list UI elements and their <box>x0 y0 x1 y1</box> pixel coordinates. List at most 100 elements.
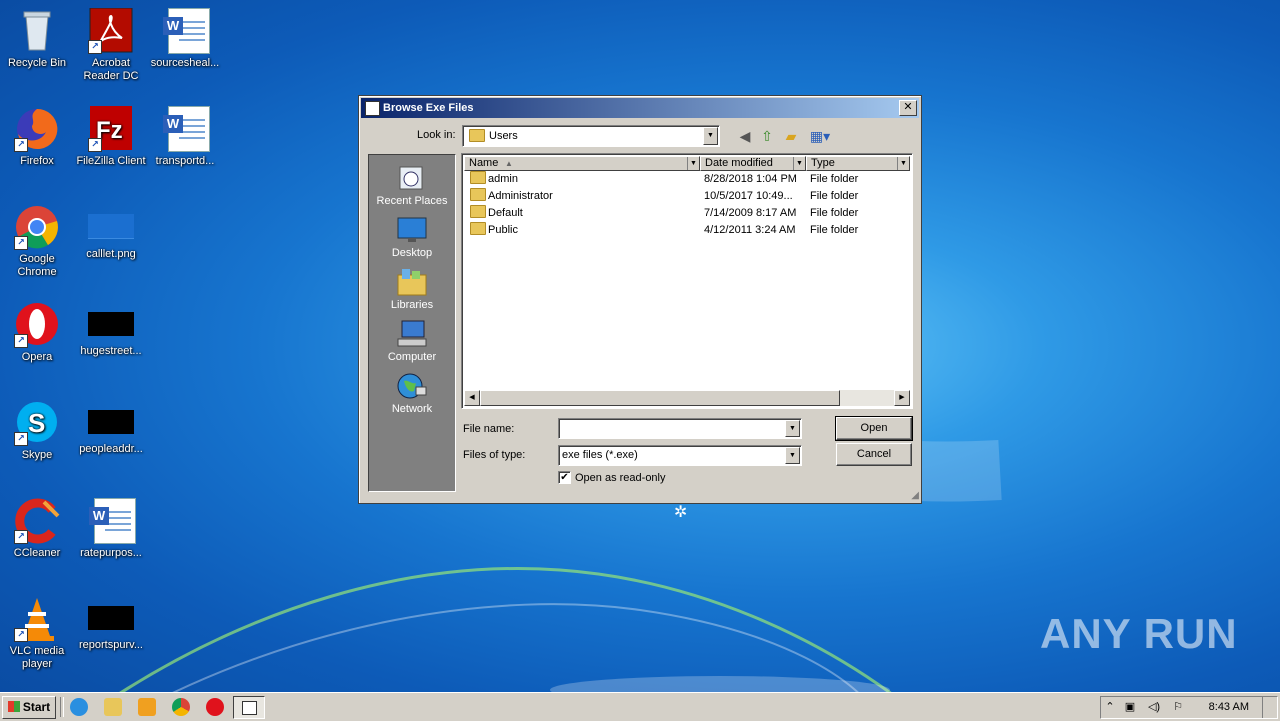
desktop-icon-transportd[interactable]: W transportd... <box>148 106 222 168</box>
look-in-combo[interactable]: Users ▼ <box>462 125 720 147</box>
chevron-down-icon[interactable]: ▼ <box>793 157 805 170</box>
desktop-icon-sourcesheal[interactable]: W sourcesheal... <box>148 8 222 70</box>
desktop-icon-chrome[interactable]: ↗ Google Chrome <box>0 204 74 279</box>
acrobat-icon: ↗ <box>88 7 134 54</box>
system-tray: ⌃ ▣ ◁) ⚐ 8:43 AM <box>1100 696 1278 719</box>
desktop-icon-ccleaner[interactable]: ↗ CCleaner <box>0 498 74 560</box>
file-name: Default <box>488 207 523 219</box>
desktop-icon-calllet[interactable]: calllet.png <box>74 204 148 261</box>
place-computer[interactable]: Computer <box>369 319 455 363</box>
chrome-icon[interactable] <box>172 698 190 716</box>
black-thumbnail <box>88 606 134 630</box>
cancel-button[interactable]: Cancel <box>836 443 912 466</box>
chevron-down-icon[interactable]: ▼ <box>785 420 800 437</box>
shortcut-arrow-icon: ↗ <box>14 530 28 544</box>
filezilla-icon: Fz ↗ <box>88 106 134 152</box>
desktop-icon-acrobat[interactable]: ↗ Acrobat Reader DC <box>74 7 148 83</box>
show-desktop-button[interactable] <box>1262 697 1277 718</box>
desktop-icon-opera[interactable]: ↗ Opera <box>0 302 74 364</box>
taskbar-window-button[interactable] <box>233 696 265 719</box>
desktop-icon-vlc[interactable]: ↗ VLC media player <box>0 596 74 671</box>
file-type: File folder <box>810 173 859 185</box>
files-of-type-select[interactable]: exe files (*.exe) ▼ <box>558 445 802 466</box>
column-header-type[interactable]: Type ▼ <box>806 156 910 171</box>
network-globe-icon <box>396 371 428 401</box>
scroll-right-icon[interactable]: ▶ <box>894 390 910 406</box>
svg-text:S: S <box>28 408 45 438</box>
place-label: Computer <box>387 351 437 363</box>
explorer-folder-icon[interactable] <box>104 698 122 716</box>
windows-flag-icon <box>7 701 20 712</box>
new-folder-icon[interactable]: ▰ <box>781 126 801 146</box>
chevron-down-icon[interactable]: ▼ <box>687 157 699 170</box>
desktop-icon-label: transportd... <box>155 155 215 167</box>
opera-icon: ↗ <box>14 302 60 348</box>
file-type: File folder <box>810 224 859 236</box>
file-name-label: File name: <box>463 423 515 435</box>
file-row[interactable]: Administrator 10/5/2017 10:49... File fo… <box>468 188 908 205</box>
vlc-cone-icon: ↗ <box>14 596 60 642</box>
dialog-titlebar[interactable]: Browse Exe Files ✕ <box>361 98 919 118</box>
desktop-icon-label: Skype <box>21 449 53 461</box>
desktop-icon-firefox[interactable]: ↗ Firefox <box>0 106 74 168</box>
desktop-icon-recycle-bin[interactable]: Recycle Bin <box>0 8 74 70</box>
opera-icon[interactable] <box>206 698 224 716</box>
desktop-icon-hugestreet[interactable]: hugestreet... <box>74 302 148 358</box>
file-name: admin <box>488 173 518 185</box>
action-center-flag-icon[interactable]: ⚐ <box>1171 701 1185 714</box>
libraries-icon <box>396 267 428 297</box>
chevron-down-icon[interactable]: ▼ <box>703 127 718 145</box>
scrollbar-thumb[interactable] <box>480 390 840 406</box>
network-icon[interactable]: ▣ <box>1123 701 1137 714</box>
column-header-date[interactable]: Date modified ▼ <box>700 156 806 171</box>
image-thumbnail <box>88 214 134 239</box>
word-document-icon: W <box>88 498 136 544</box>
volume-icon[interactable]: ◁) <box>1147 701 1161 714</box>
file-name: Public <box>488 224 518 236</box>
shortcut-arrow-icon: ↗ <box>14 236 28 250</box>
desktop-icon-label: hugestreet... <box>80 345 142 357</box>
resize-grip-icon[interactable]: ◢ <box>911 490 919 501</box>
place-libraries[interactable]: Libraries <box>369 267 455 311</box>
desktop-icon-ratepurpos[interactable]: W ratepurpos... <box>74 498 148 560</box>
file-row[interactable]: Public 4/12/2011 3:24 AM File folder <box>468 222 908 239</box>
app-icon <box>242 701 257 715</box>
internet-explorer-icon[interactable] <box>70 698 88 716</box>
file-date: 7/14/2009 8:17 AM <box>704 207 797 219</box>
word-document-icon: W <box>162 8 210 54</box>
start-button[interactable]: Start <box>2 696 56 719</box>
word-document-icon: W <box>162 106 210 152</box>
scroll-left-icon[interactable]: ◀ <box>464 390 480 406</box>
file-date: 4/12/2011 3:24 AM <box>704 224 796 236</box>
chevron-down-icon[interactable]: ▼ <box>897 157 909 170</box>
horizontal-scrollbar[interactable]: ◀ ▶ <box>464 390 910 406</box>
desktop-icon-filezilla[interactable]: Fz ↗ FileZilla Client <box>74 106 148 168</box>
readonly-checkbox[interactable]: ✔ <box>558 471 571 484</box>
close-button[interactable]: ✕ <box>899 100 917 116</box>
back-icon[interactable]: ◀ <box>735 126 755 146</box>
black-thumbnail <box>88 312 134 336</box>
file-row[interactable]: Default 7/14/2009 8:17 AM File folder <box>468 205 908 222</box>
desktop-icon-reportspurv[interactable]: reportspurv... <box>74 596 148 652</box>
dialog-title: Browse Exe Files <box>383 102 474 114</box>
column-header-name[interactable]: Name ▲ ▼ <box>464 156 700 171</box>
view-menu-icon[interactable]: ▦▾ <box>807 126 833 146</box>
taskbar: Start ⌃ ▣ ◁) ⚐ 8:43 AM <box>0 692 1280 721</box>
file-name-input[interactable]: ▼ <box>558 418 802 439</box>
open-button[interactable]: Open <box>835 416 913 441</box>
media-player-icon[interactable] <box>138 698 156 716</box>
file-name: Administrator <box>488 190 553 202</box>
place-recent[interactable]: Recent Places <box>369 163 455 207</box>
place-network[interactable]: Network <box>369 371 455 415</box>
desktop-icon-label: reportspurv... <box>79 639 143 651</box>
clock[interactable]: 8:43 AM <box>1209 701 1249 713</box>
chevron-down-icon[interactable]: ▼ <box>785 447 800 464</box>
desktop-icon-peopleaddr[interactable]: peopleaddr... <box>74 400 148 456</box>
file-row[interactable]: admin 8/28/2018 1:04 PM File folder <box>468 171 908 188</box>
shortcut-arrow-icon: ↗ <box>14 334 28 348</box>
place-desktop[interactable]: Desktop <box>369 215 455 259</box>
desktop-icon-skype[interactable]: S ↗ Skype <box>0 400 74 462</box>
tray-expand-icon[interactable]: ⌃ <box>1103 701 1117 714</box>
desktop-icon-label: ratepurpos... <box>80 547 142 559</box>
up-folder-icon[interactable]: ⇧ <box>757 126 777 146</box>
